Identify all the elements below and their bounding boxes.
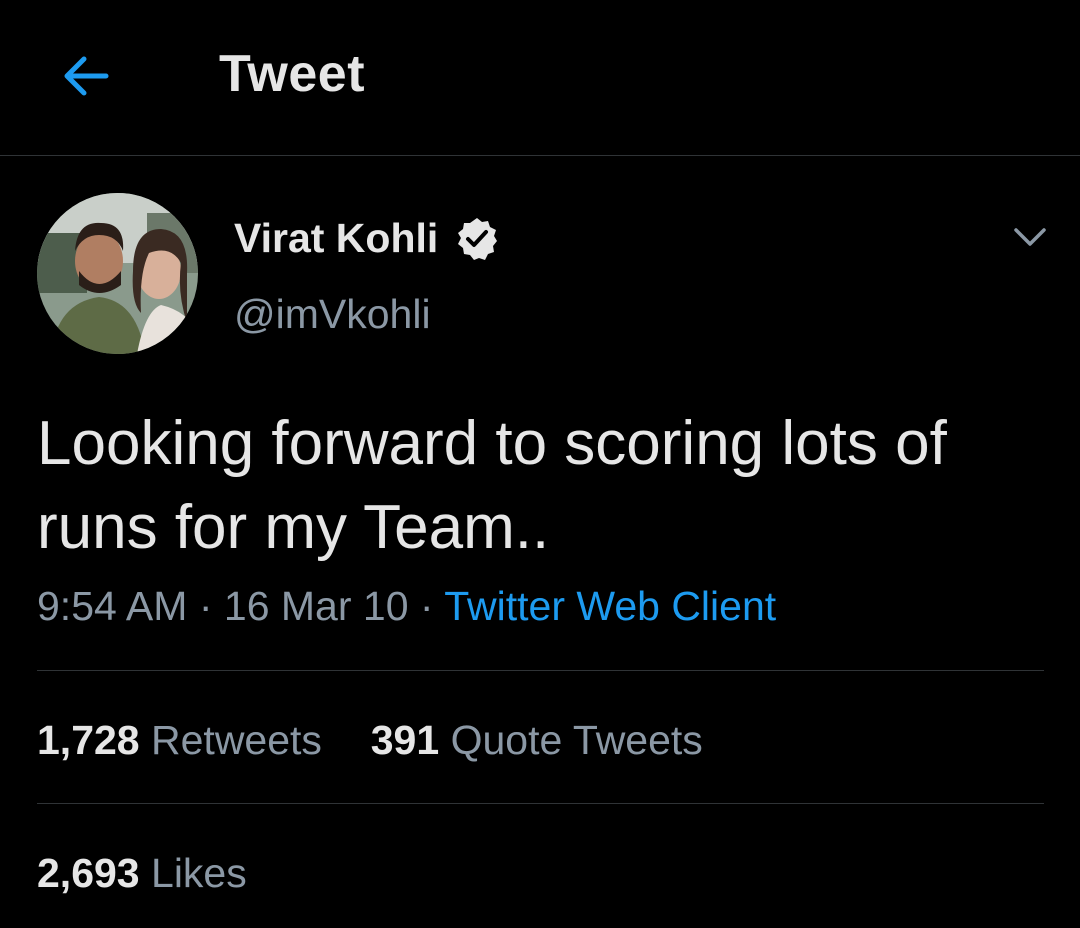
tweet-source-link[interactable]: Twitter Web Client bbox=[444, 583, 776, 629]
likes-count: 2,693 bbox=[37, 850, 140, 896]
tweet-meta: 9:54 AM · 16 Mar 10 · Twitter Web Client bbox=[37, 583, 776, 630]
avatar[interactable] bbox=[37, 193, 198, 354]
tweet-time: 9:54 AM bbox=[37, 583, 188, 629]
retweets-count: 1,728 bbox=[37, 717, 140, 763]
page-title: Tweet bbox=[219, 45, 366, 103]
chevron-down-icon bbox=[1014, 228, 1046, 246]
tweet-date: 16 Mar 10 bbox=[223, 583, 409, 629]
arrow-left-icon bbox=[64, 56, 109, 96]
likes-label: Likes bbox=[151, 850, 247, 896]
quote-tweets-count: 391 bbox=[370, 717, 440, 763]
meta-separator: · bbox=[198, 583, 213, 629]
likes-stat[interactable]: 2,693 Likes bbox=[37, 850, 247, 896]
back-button[interactable] bbox=[56, 46, 116, 106]
quote-tweets-stat[interactable]: 391 Quote Tweets bbox=[371, 717, 703, 763]
more-options-button[interactable] bbox=[1010, 222, 1050, 252]
likes-row: 2,693 Likes bbox=[37, 850, 247, 897]
verified-badge-icon bbox=[454, 216, 500, 262]
engagement-row: 1,728 Retweets 391 Quote Tweets bbox=[37, 717, 703, 764]
tweet-text: Looking forward to scoring lots of runs … bbox=[37, 409, 947, 562]
meta-separator: · bbox=[419, 583, 434, 629]
retweets-label: Retweets bbox=[151, 717, 322, 763]
top-app-bar: Tweet bbox=[0, 0, 1080, 156]
author-name[interactable]: Virat Kohli bbox=[234, 215, 438, 262]
author-handle[interactable]: @imVkohli bbox=[234, 291, 431, 338]
retweets-stat[interactable]: 1,728 Retweets bbox=[37, 717, 322, 763]
quote-tweets-label: Quote Tweets bbox=[450, 717, 703, 763]
divider bbox=[37, 670, 1044, 671]
divider bbox=[37, 803, 1044, 804]
